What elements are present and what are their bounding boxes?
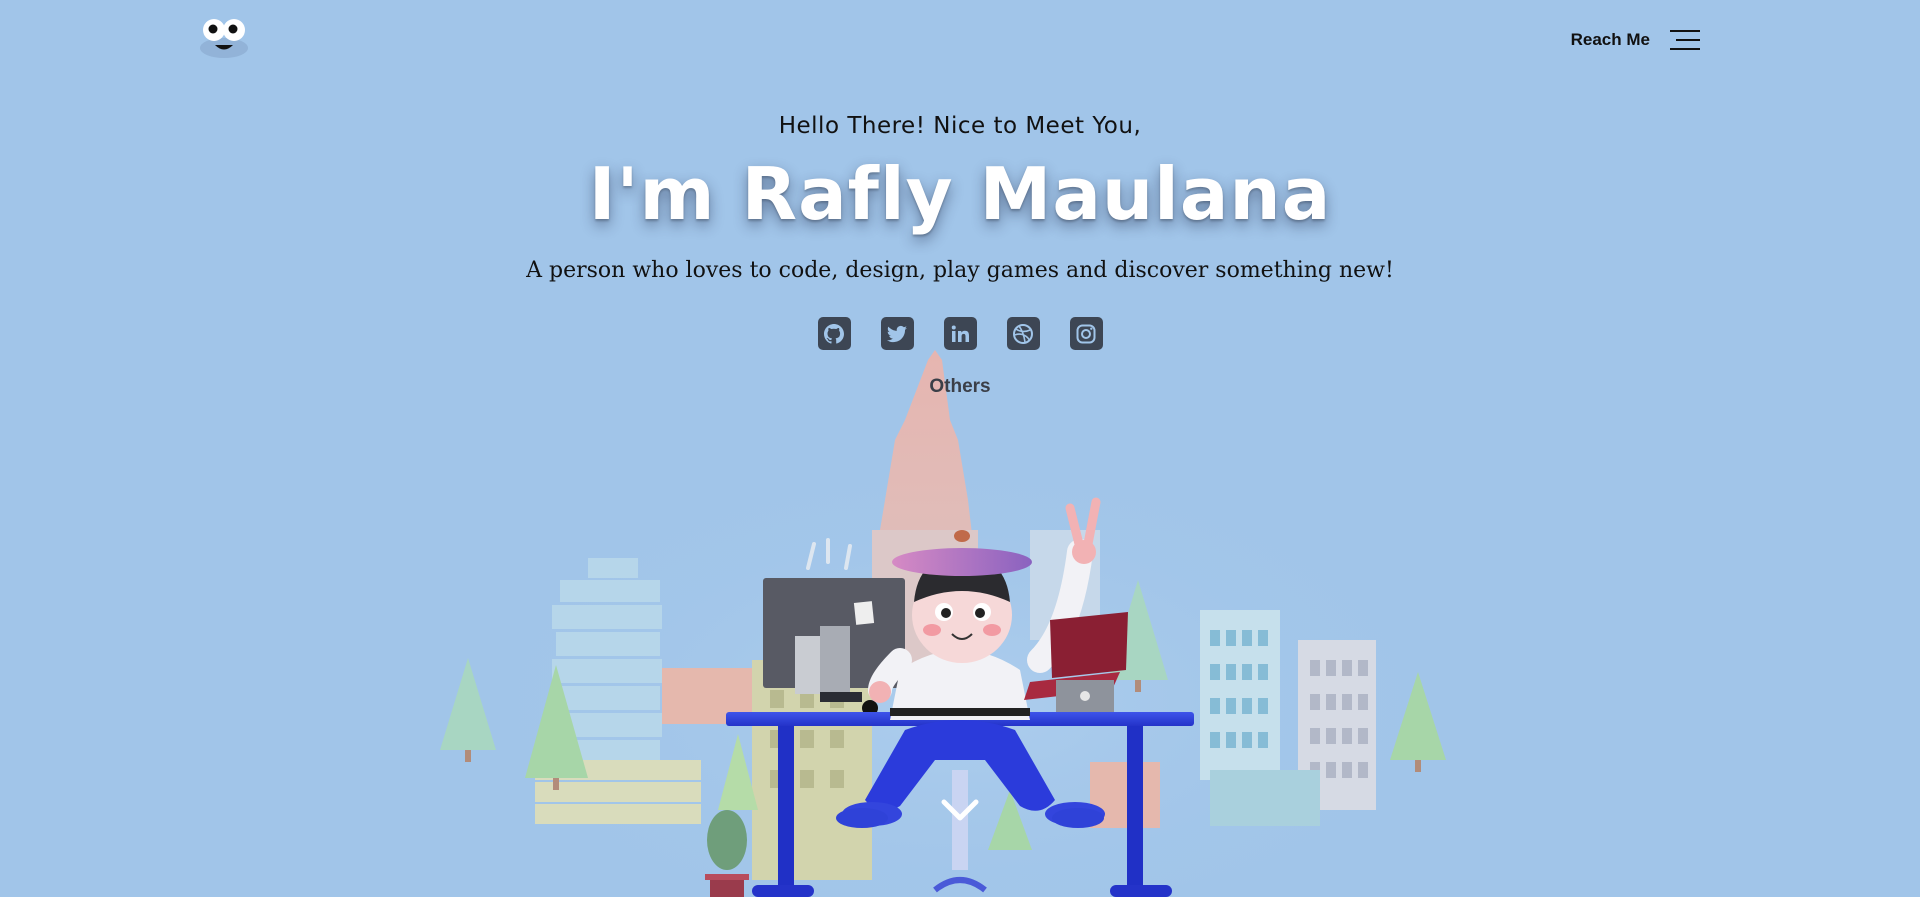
others-link[interactable]: Others — [0, 376, 1920, 398]
linkedin-icon — [951, 325, 969, 342]
hamburger-menu-icon[interactable] — [1670, 30, 1700, 50]
instagram-link[interactable] — [1069, 317, 1103, 350]
github-link[interactable] — [817, 317, 851, 350]
tagline-text: A person who loves to code, design, play… — [526, 258, 1394, 283]
reach-me-link[interactable]: Reach Me — [1571, 30, 1650, 50]
greeting-text: Hello There! Nice to Meet You, — [778, 113, 1142, 139]
dribbble-icon — [1013, 323, 1033, 344]
page-title: I'm Rafly Maulana — [588, 152, 1332, 236]
linkedin-link[interactable] — [943, 317, 977, 350]
twitter-icon — [887, 325, 907, 342]
instagram-icon — [1076, 324, 1096, 343]
twitter-link[interactable] — [880, 317, 914, 350]
cartoon-eyes-face-icon — [200, 19, 248, 58]
social-links — [0, 317, 1920, 350]
dribbble-link[interactable] — [1006, 317, 1040, 350]
chevron-down-icon[interactable] — [940, 796, 980, 826]
logo[interactable] — [196, 14, 252, 62]
github-icon — [824, 323, 844, 344]
header-actions: Reach Me — [1571, 30, 1700, 50]
